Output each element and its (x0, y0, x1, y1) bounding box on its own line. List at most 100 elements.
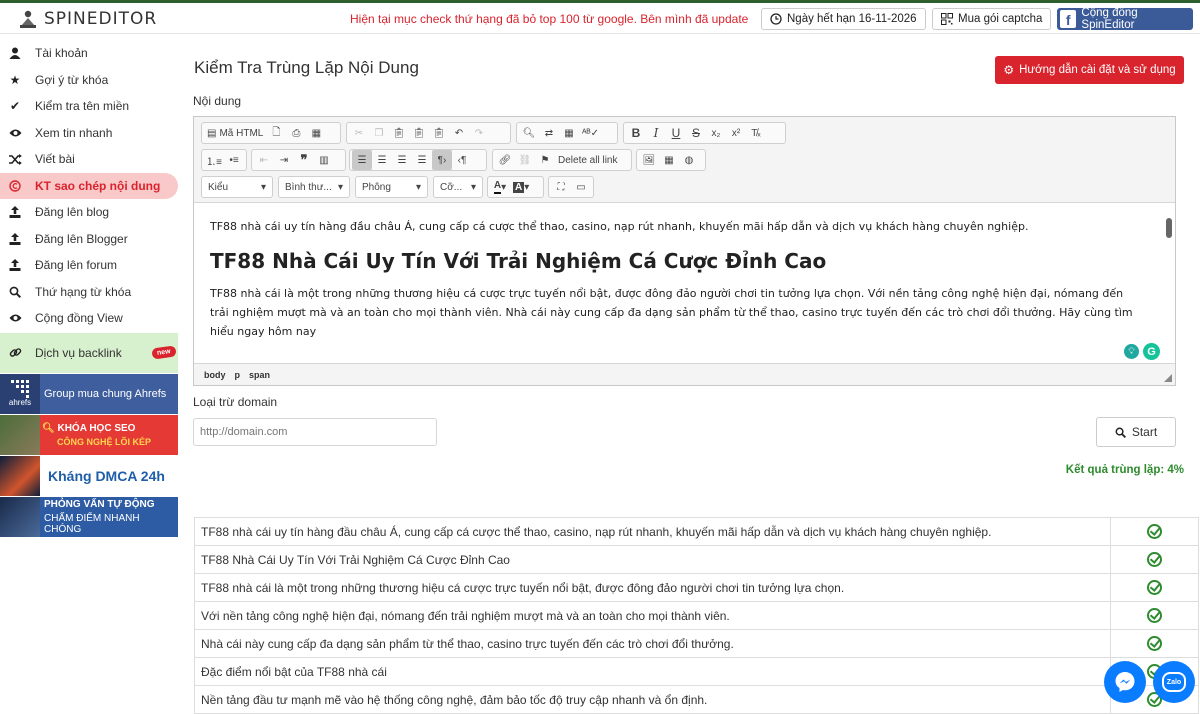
format-select[interactable]: Bình thư... ▾ (278, 176, 350, 198)
start-button[interactable]: Start (1096, 417, 1176, 447)
numbered-list-button[interactable]: ⒈≡ (204, 150, 224, 170)
align-left-button[interactable]: ☰ (352, 150, 372, 170)
sidebar-item-account[interactable]: Tài khoản (0, 40, 178, 67)
paste-button[interactable]: 📋︎ (389, 123, 409, 143)
blockquote-button[interactable]: ❞ (294, 150, 314, 170)
justify-button[interactable]: ☰ (412, 150, 432, 170)
style-select[interactable]: Kiểu ▾ (201, 176, 273, 198)
sidebar-item-community-view[interactable]: Cộng đồng View (0, 305, 178, 332)
seo-course-line1: 🔍︎ KHÓA HỌC SEO (42, 423, 151, 434)
unlink-button[interactable]: ⛓︎ (515, 150, 535, 170)
logo[interactable]: SPINEDITOR (18, 7, 157, 31)
maximize-button[interactable]: ⛶ (551, 177, 571, 197)
ltr-button[interactable]: ¶› (432, 150, 452, 170)
redo-button[interactable]: ↷ (469, 123, 489, 143)
editor-scrollbar[interactable] (1166, 218, 1172, 238)
undo-button[interactable]: ↶ (449, 123, 469, 143)
clock-icon (770, 13, 782, 25)
find-button[interactable]: 🔍︎ (519, 123, 539, 143)
div-container-button[interactable]: ▥ (314, 150, 334, 170)
strikethrough-button[interactable]: S (686, 123, 706, 143)
delete-all-links-button[interactable]: Delete all link (555, 150, 620, 170)
remove-format-button[interactable]: T̸ₓ (746, 123, 766, 143)
outdent-icon: ⇤ (259, 154, 269, 166)
banner-ahrefs-group[interactable]: ahrefs Group mua chung Ahrefs (0, 373, 178, 414)
select-all-button[interactable]: ▦ (559, 123, 579, 143)
copy-button[interactable]: ❐ (369, 123, 389, 143)
align-right-button[interactable]: ☰ (392, 150, 412, 170)
cut-button[interactable]: ✂ (349, 123, 369, 143)
expiry-date-button[interactable]: Ngày hết hạn 16-11-2026 (761, 8, 926, 30)
table-button[interactable]: ▦ (659, 150, 679, 170)
status-cell (1110, 601, 1199, 630)
exclude-domain-input[interactable] (193, 418, 437, 446)
exclude-domain-label: Loại trừ domain (193, 395, 278, 409)
zalo-button[interactable]: Zalo (1153, 661, 1195, 703)
path-item[interactable]: span (249, 370, 270, 380)
results-table: TF88 nhà cái uy tín hàng đầu châu Á, cun… (194, 517, 1199, 714)
grammarly-icon[interactable]: G (1143, 343, 1160, 360)
source-button[interactable]: ▤ Mã HTML (204, 123, 266, 143)
buy-captcha-button[interactable]: Mua gói captcha (932, 8, 1052, 30)
link-button[interactable]: 🔗︎ (495, 150, 515, 170)
logo-text: SPINEDITOR (44, 9, 158, 29)
globe-icon: ◍ (684, 154, 694, 166)
indent-button[interactable]: ⇥ (274, 150, 294, 170)
sidebar-item-post-blog[interactable]: Đăng lên blog (0, 199, 178, 226)
subscript-button[interactable]: x₂ (706, 123, 726, 143)
superscript-button[interactable]: x² (726, 123, 746, 143)
show-blocks-button[interactable]: ▭ (571, 177, 591, 197)
expiry-date-label: Ngày hết hạn 16-11-2026 (787, 13, 917, 25)
image-button[interactable]: 🖼︎ (639, 150, 659, 170)
toolbar-group-colors: A ▾ A ▾ (487, 176, 544, 198)
toolbar-group-find: 🔍︎ ⇄ ▦ ᴬᴮ✓ (516, 122, 618, 144)
underline-button[interactable]: U (666, 123, 686, 143)
facebook-icon: f (1060, 10, 1077, 28)
rtl-button[interactable]: ‹¶ (452, 150, 472, 170)
anchor-button[interactable]: ⚑ (535, 150, 555, 170)
ahrefs-logo: ahrefs (0, 373, 40, 414)
banner-interview[interactable]: PHỎNG VẤN TỰ ĐỘNG CHẤM ĐIỂM NHANH CHÓNG (0, 496, 178, 537)
path-item[interactable]: p (235, 370, 241, 380)
sidebar-item-backlink-service[interactable]: Dịch vụ backlink new (0, 332, 178, 373)
preview-button[interactable]: 🗋︎ (266, 123, 286, 143)
iframe-button[interactable]: ◍ (679, 150, 699, 170)
toolbar-group-lists: ⒈≡ •≡ (201, 149, 247, 171)
sidebar-item-label: Gợi ý từ khóa (35, 72, 109, 87)
outdent-button[interactable]: ⇤ (254, 150, 274, 170)
sidebar-item-quick-news[interactable]: Xem tin nhanh (0, 120, 178, 147)
lightbulb-icon[interactable]: 💡︎ (1124, 344, 1139, 359)
bulleted-list-button[interactable]: •≡ (224, 150, 244, 170)
banner-seo-course[interactable]: 🔍︎ KHÓA HỌC SEO CÔNG NGHỆ LÕI KÉP (0, 414, 178, 455)
sidebar-item-domain-check[interactable]: ✔ Kiểm tra tên miền (0, 93, 178, 120)
sidebar-item-post-forum[interactable]: Đăng lên forum (0, 252, 178, 279)
path-item[interactable]: body (204, 370, 226, 380)
spellcheck-button[interactable]: ᴬᴮ✓ (579, 123, 602, 143)
editor-content-area[interactable]: TF88 nhà cái uy tín hàng đầu châu Á, cun… (194, 204, 1175, 363)
paste-text-button[interactable]: 📋︎ (409, 123, 429, 143)
align-left-icon: ☰ (357, 154, 367, 166)
size-select[interactable]: Cỡ... ▾ (433, 176, 483, 198)
community-facebook-button[interactable]: f Cộng đồng SpinEditor (1057, 7, 1193, 31)
sidebar-item-keyword-rank[interactable]: Thứ hạng từ khóa (0, 279, 178, 306)
align-center-button[interactable]: ☰ (372, 150, 392, 170)
font-select[interactable]: Phông ▾ (355, 176, 428, 198)
paste-word-button[interactable]: 📋︎ (429, 123, 449, 143)
bold-button[interactable]: B (626, 123, 646, 143)
sidebar-item-keyword-suggest[interactable]: ★ Gợi ý từ khóa (0, 67, 178, 94)
upload-icon (8, 232, 22, 246)
bg-color-button[interactable]: A ▾ (510, 177, 532, 197)
templates-button[interactable]: ▦ (306, 123, 326, 143)
banner-dmca[interactable]: Kháng DMCA 24h (0, 455, 178, 496)
italic-button[interactable]: I (646, 123, 666, 143)
messenger-button[interactable] (1104, 661, 1146, 703)
sidebar-item-post-blogger[interactable]: Đăng lên Blogger (0, 226, 178, 253)
sidebar-item-copy-check[interactable]: KT sao chép nội dung (0, 172, 178, 199)
resize-handle[interactable] (1164, 374, 1172, 382)
table-row: Nhà cái này cung cấp đa dạng sản phẩm từ… (194, 629, 1199, 658)
install-guide-button[interactable]: ⚙ Hướng dẫn cài đặt và sử dụng (995, 56, 1184, 84)
replace-button[interactable]: ⇄ (539, 123, 559, 143)
sidebar-item-write-post[interactable]: Viết bài (0, 146, 178, 173)
text-color-button[interactable]: A ▾ (490, 177, 510, 197)
print-button[interactable]: ⎙ (286, 123, 306, 143)
